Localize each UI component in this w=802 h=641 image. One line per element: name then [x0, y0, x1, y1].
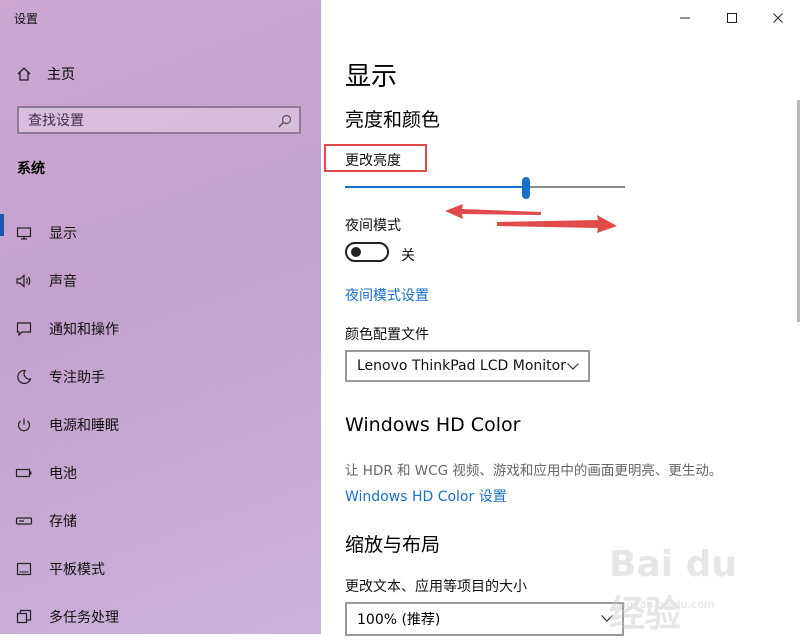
maximize-button[interactable] [721, 8, 743, 28]
notification-icon [16, 322, 31, 337]
power-icon [17, 418, 30, 432]
night-mode-toggle[interactable] [345, 242, 389, 262]
search-input[interactable]: 查找设置 [17, 106, 301, 134]
sidebar-group-label: 系统 [17, 161, 45, 177]
scale-value: 100% (推荐) [357, 612, 441, 628]
sidebar-item-label: 通知和操作 [49, 322, 119, 338]
close-icon [773, 13, 783, 23]
app-title: 设置 [14, 12, 39, 26]
slider-thumb[interactable] [522, 177, 530, 199]
home-icon [17, 67, 31, 81]
hd-color-heading: Windows HD Color [345, 414, 521, 436]
sidebar-item-label: 专注助手 [49, 370, 105, 386]
watermark-logo-text: Bai du 经验 [609, 544, 738, 635]
sidebar-home-label: 主页 [47, 67, 75, 83]
sidebar-item-tablet-mode[interactable]: 平板模式 [0, 545, 321, 593]
speaker-icon [15, 274, 30, 288]
content-pane: 显示 亮度和颜色 更改亮度 夜间模式 关 夜间模式设置 颜色配置文件 Lenov… [321, 0, 802, 636]
hd-color-description: 让 HDR 和 WCG 视频、游戏和应用中的画面更明亮、更生动。 [345, 463, 723, 479]
chevron-down-icon [567, 363, 579, 370]
scrollbar[interactable] [797, 100, 800, 322]
battery-icon [15, 468, 31, 478]
scale-label: 更改文本、应用等项目的大小 [345, 579, 527, 595]
sidebar-item-label: 显示 [49, 226, 77, 242]
sidebar-item-notifications[interactable]: 通知和操作 [0, 305, 321, 353]
toggle-knob [351, 247, 361, 257]
sidebar-item-label: 存储 [49, 514, 77, 530]
baidu-watermark: Bai du 经验 jingyan.baidu.com [609, 544, 779, 635]
color-profile-dropdown[interactable]: Lenovo ThinkPad LCD Monitor [345, 350, 590, 382]
search-placeholder: 查找设置 [28, 113, 84, 129]
brightness-label: 更改亮度 [345, 153, 401, 169]
scale-dropdown[interactable]: 100% (推荐) [345, 602, 624, 636]
scale-layout-heading: 缩放与布局 [345, 534, 441, 556]
sidebar-item-focus-assist[interactable]: 专注助手 [0, 353, 321, 401]
sidebar-item-label: 电源和睡眠 [49, 418, 119, 434]
storage-icon [15, 517, 32, 525]
annotation-arrows [445, 204, 617, 233]
night-mode-settings-link[interactable]: 夜间模式设置 [345, 285, 429, 305]
annotation-arrow-right [497, 215, 617, 233]
monitor-icon [16, 227, 31, 240]
watermark-url: jingyan.baidu.com [613, 598, 715, 611]
night-mode-label: 夜间模式 [345, 218, 401, 234]
sidebar-item-sound[interactable]: 声音 [0, 257, 321, 305]
sidebar-item-display[interactable]: 显示 [0, 209, 321, 257]
color-profile-value: Lenovo ThinkPad LCD Monitor [357, 358, 566, 374]
slider-track-filled [345, 186, 526, 188]
sidebar-nav: 显示 声音 通知和操作 专注助手 电源和睡眠 电池 存储 平板模式 多任务处理 [0, 209, 321, 641]
sidebar-item-battery[interactable]: 电池 [0, 449, 321, 497]
sidebar-item-power-sleep[interactable]: 电源和睡眠 [0, 401, 321, 449]
hd-color-settings-link[interactable]: Windows HD Color 设置 [345, 486, 507, 506]
sidebar-home[interactable]: 主页 [16, 63, 75, 85]
minimize-icon [680, 17, 690, 19]
color-profile-label: 颜色配置文件 [345, 327, 429, 343]
minimize-button[interactable] [674, 8, 696, 28]
sidebar-item-label: 平板模式 [49, 562, 105, 578]
sidebar-item-storage[interactable]: 存储 [0, 497, 321, 545]
page-title: 显示 [345, 62, 398, 92]
maximize-icon [727, 13, 737, 23]
multitask-icon [16, 609, 31, 624]
night-mode-state: 关 [401, 248, 415, 264]
sidebar-item-label: 电池 [49, 466, 77, 482]
search-icon[interactable] [277, 113, 293, 129]
tablet-icon [16, 562, 31, 576]
annotation-arrow-left [445, 204, 541, 219]
brightness-color-heading: 亮度和颜色 [345, 109, 441, 131]
close-button[interactable] [767, 8, 789, 28]
sidebar-item-label: 声音 [49, 274, 77, 290]
moon-icon [16, 369, 31, 385]
slider-track-empty [526, 186, 625, 188]
sidebar-item-label: 多任务处理 [49, 610, 119, 626]
sidebar: 设置 主页 查找设置 系统 显示 声音 通知和操作 专注助手 电源和睡眠 电池 … [0, 0, 321, 634]
brightness-slider[interactable] [345, 177, 625, 199]
